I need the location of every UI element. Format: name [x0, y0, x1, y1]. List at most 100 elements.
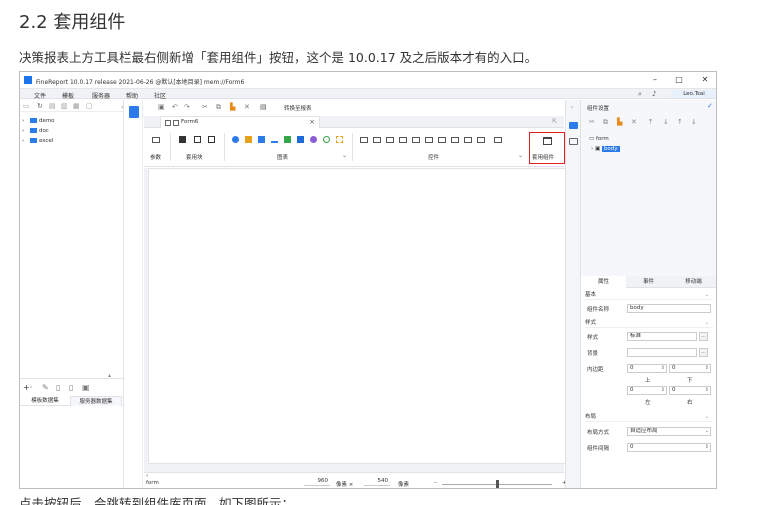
cut-widget-icon[interactable]: ✂: [589, 118, 595, 126]
block-icon-2[interactable]: [194, 136, 201, 143]
expand-right-icon[interactable]: ›: [571, 104, 573, 111]
check-icon[interactable]: ✓: [707, 102, 713, 110]
collapse-left-icon[interactable]: ‹: [121, 104, 123, 111]
widget-number-icon[interactable]: [373, 137, 381, 143]
background-input[interactable]: [627, 348, 697, 357]
area-chart-icon[interactable]: [284, 136, 291, 143]
close-button[interactable]: ✕: [698, 75, 712, 84]
apply-component-button[interactable]: 套用组件: [529, 132, 565, 164]
tree-item-demo[interactable]: › demo: [22, 118, 55, 124]
edit-icon[interactable]: ▤: [49, 102, 56, 110]
user-badge[interactable]: Leo.Tsai: [671, 90, 716, 98]
section-basic[interactable]: 基本 ⌄: [585, 290, 713, 300]
style-more-button[interactable]: …: [699, 332, 708, 341]
scroll-up-icon[interactable]: ▴: [108, 372, 111, 379]
line-chart-icon[interactable]: [271, 136, 278, 143]
delete-widget-icon[interactable]: ✕: [631, 118, 637, 126]
widget-tree-icon[interactable]: [451, 137, 459, 143]
widget-combo-icon[interactable]: [425, 137, 433, 143]
move-up-icon[interactable]: ↑: [677, 118, 683, 126]
tab-form6[interactable]: Form6 ×: [160, 116, 320, 128]
section-layout[interactable]: 布局 ⌄: [585, 412, 713, 422]
paste-icon[interactable]: ▙: [230, 103, 235, 111]
widget-date-icon[interactable]: [412, 137, 420, 143]
move-bottom-icon[interactable]: ↓: [691, 118, 697, 126]
tab-template-dataset[interactable]: 模板数据集: [20, 396, 70, 406]
widget-text-icon[interactable]: [360, 137, 368, 143]
refresh-icon[interactable]: ↻: [37, 102, 43, 110]
cut-icon[interactable]: ✂: [202, 103, 208, 111]
widget-checkbox-icon[interactable]: [477, 137, 485, 143]
menu-community[interactable]: 社区: [154, 91, 166, 100]
scatter-chart-icon[interactable]: [336, 136, 343, 143]
convert-to-report-label[interactable]: 转换至报表: [284, 104, 312, 112]
section-style[interactable]: 样式 ⌄: [585, 318, 713, 328]
pin-icon[interactable]: ⇱: [552, 118, 557, 125]
delete-icon[interactable]: ✕: [244, 103, 250, 111]
redo-icon[interactable]: ↷: [184, 103, 190, 111]
paste-widget-icon[interactable]: ▙: [617, 118, 622, 126]
widget-password-icon[interactable]: [386, 137, 394, 143]
search-icon[interactable]: ⌕: [638, 90, 642, 99]
block-icon-3[interactable]: [208, 136, 215, 143]
minimize-button[interactable]: –: [648, 75, 662, 84]
bar-chart-icon[interactable]: [245, 136, 252, 143]
menu-template[interactable]: 模板: [62, 91, 74, 100]
menu-server[interactable]: 服务器: [92, 91, 110, 100]
tab-attributes[interactable]: 属性: [581, 276, 626, 288]
convert-icon[interactable]: ▤: [260, 103, 267, 111]
scroll-left-icon[interactable]: ‹: [146, 473, 148, 479]
component-tree-root[interactable]: ▭ form: [589, 136, 609, 142]
export-icon[interactable]: ▦: [73, 102, 80, 110]
tab-mobile[interactable]: 移动端: [671, 276, 716, 288]
zoom-slider-thumb[interactable]: [496, 480, 499, 488]
height-input[interactable]: 540: [364, 478, 390, 486]
bar-chart-2-icon[interactable]: [258, 136, 265, 143]
column-chart-icon[interactable]: [297, 136, 304, 143]
tab-server-dataset[interactable]: 服务器数据集: [70, 396, 122, 406]
maximize-button[interactable]: □: [672, 75, 686, 84]
pie-chart-icon[interactable]: [232, 136, 239, 143]
edit-dataset-icon[interactable]: ✎: [42, 383, 49, 392]
move-top-icon[interactable]: ⤒: [649, 118, 652, 127]
background-more-button[interactable]: …: [699, 348, 708, 357]
report-icon[interactable]: [129, 106, 139, 118]
block-icon-1[interactable]: [179, 136, 186, 143]
parameter-icon[interactable]: [152, 137, 160, 143]
gauge-chart-icon[interactable]: [323, 136, 330, 143]
chart-dropdown-icon[interactable]: ⌄: [342, 152, 347, 159]
preview-dataset-icon[interactable]: ▣: [82, 383, 90, 392]
menu-file[interactable]: 文件: [34, 91, 46, 100]
tree-item-doc[interactable]: › doc: [22, 128, 49, 134]
widget-list-icon[interactable]: [438, 137, 446, 143]
save-icon[interactable]: ▣: [158, 103, 165, 111]
padding-left-input[interactable]: 0 ⇕: [627, 386, 667, 395]
layout-mode-select[interactable]: 自适应布局 ⌄: [627, 427, 711, 436]
widget-settings-icon[interactable]: [569, 122, 578, 129]
widget-dropdown-icon[interactable]: ⌄: [518, 152, 523, 159]
widget-radio-icon[interactable]: [464, 137, 472, 143]
copy-widget-icon[interactable]: ⧉: [603, 118, 608, 127]
component-library-icon[interactable]: [569, 138, 578, 145]
widget-name-input[interactable]: body: [627, 304, 711, 313]
padding-top-input[interactable]: 0 ⇕: [627, 364, 667, 373]
component-tree-body[interactable]: › ▣ body: [591, 146, 620, 152]
copy-dataset-icon[interactable]: ▯: [56, 383, 60, 392]
bell-icon[interactable]: ♪: [652, 90, 656, 98]
widget-textarea-icon[interactable]: [399, 137, 407, 143]
design-canvas[interactable]: [148, 168, 568, 464]
new-folder-icon[interactable]: ▭: [23, 102, 30, 110]
copy-icon[interactable]: ⧉: [216, 103, 221, 112]
lock-icon[interactable]: ▥: [61, 102, 68, 110]
tree-item-excel[interactable]: › excel: [22, 138, 53, 144]
widget-button-icon[interactable]: [494, 137, 502, 143]
menu-help[interactable]: 帮助: [126, 91, 138, 100]
delete-dataset-icon[interactable]: ▯: [69, 383, 73, 392]
style-input[interactable]: 标准: [627, 332, 697, 341]
close-tab-icon[interactable]: ×: [309, 117, 315, 128]
padding-right-input[interactable]: 0 ⇕: [669, 386, 711, 395]
move-down-icon[interactable]: ↓: [663, 118, 669, 126]
spacing-input[interactable]: 0 ⇕: [627, 443, 711, 452]
padding-bottom-input[interactable]: 0 ⇕: [669, 364, 711, 373]
map-chart-icon[interactable]: [310, 136, 317, 143]
